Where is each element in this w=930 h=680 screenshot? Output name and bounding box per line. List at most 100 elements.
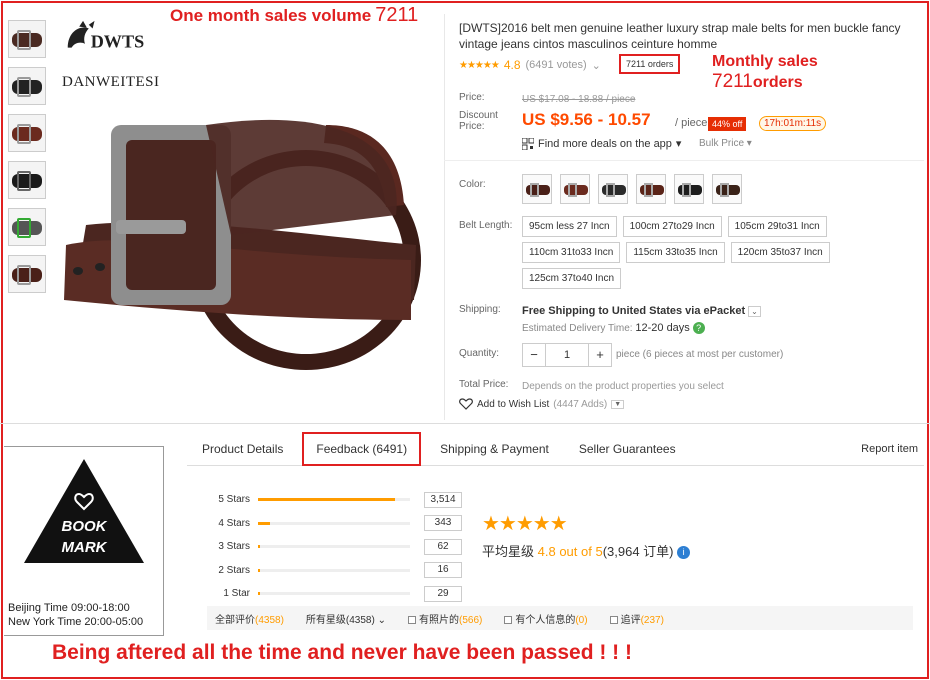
histogram-label[interactable]: 4 Stars <box>200 518 258 529</box>
rating-stars: ★★★★★ <box>459 59 500 71</box>
filter-additional[interactable]: 追评(237) <box>609 611 664 626</box>
color-swatch[interactable] <box>598 174 628 204</box>
shipping-method[interactable]: Free Shipping to United States via ePack… <box>522 305 761 317</box>
histogram-track <box>258 545 410 549</box>
average-stars: ★★★★★ <box>482 513 568 535</box>
tab-seller-guarantees[interactable]: Seller Guarantees <box>564 442 691 456</box>
color-swatch[interactable] <box>522 174 552 204</box>
filter-photo-count: (566) <box>458 614 483 626</box>
app-deals-link[interactable]: Find more deals on the app ▾ <box>522 137 681 150</box>
help-icon[interactable]: ? <box>692 322 705 335</box>
feedback-filters: 全部评价(4358) 所有星级(4358) ⌄ 有照片的(566) 有个人信息的… <box>207 606 913 630</box>
chevron-down-icon[interactable]: ⌄ <box>748 306 761 317</box>
length-option[interactable]: 115cm 33to35 Incn <box>626 242 725 263</box>
histogram-label[interactable]: 3 Stars <box>200 541 258 552</box>
add-to-wishlist[interactable]: Add to Wish List (4447 Adds) ▼ <box>459 398 625 410</box>
heart-icon <box>459 398 473 410</box>
color-swatch[interactable] <box>712 174 742 204</box>
discount-price-label: Discount Price: <box>459 110 498 132</box>
histogram-row[interactable]: 4 Stars 343 <box>200 512 462 536</box>
histogram-row[interactable]: 2 Stars 16 <box>200 559 462 583</box>
length-option[interactable]: 120cm 35to37 Incn <box>730 242 830 263</box>
thumbnail[interactable] <box>8 114 46 152</box>
price-label: Price: <box>459 92 485 103</box>
length-option[interactable]: 110cm 31to33 Incn <box>522 242 621 263</box>
histogram-track <box>258 592 410 596</box>
histogram-row[interactable]: 3 Stars 62 <box>200 535 462 559</box>
thumbnail[interactable] <box>8 208 46 246</box>
histogram-fill <box>258 498 395 502</box>
report-item-link[interactable]: Report item <box>861 443 924 455</box>
wishlist-label[interactable]: Add to Wish List <box>477 399 549 410</box>
discount-label-line: Discount <box>459 110 498 121</box>
filter-stars-label[interactable]: 所有星级 <box>306 615 346 626</box>
app-deals-label[interactable]: Find more deals on the app <box>538 138 672 150</box>
histogram-label[interactable]: 5 Stars <box>200 494 258 505</box>
quantity-input[interactable]: 1 <box>545 344 589 366</box>
sales-volume-label: One month sales volume <box>170 6 372 25</box>
filter-all[interactable]: 全部评价(4358) <box>215 611 284 626</box>
checkbox[interactable] <box>609 615 618 624</box>
divider <box>0 423 930 424</box>
product-title[interactable]: [DWTS]2016 belt men genuine leather luxu… <box>459 20 919 52</box>
belt-length-options: 95cm less 27 Incn 100cm 27to29 Incn 105cm … <box>522 216 882 294</box>
tab-shipping-payment[interactable]: Shipping & Payment <box>425 442 564 456</box>
estimated-delivery-value: 12-20 days <box>635 322 690 334</box>
chevron-down-icon[interactable]: ⌄ <box>592 59 601 72</box>
length-option[interactable]: 125cm 37to40 Incn <box>522 268 622 289</box>
filter-personal[interactable]: 有个人信息的(0) <box>504 611 588 626</box>
histogram-row[interactable]: 1 Star 29 <box>200 582 462 606</box>
histogram-label[interactable]: 1 Star <box>200 588 258 599</box>
histogram-fill <box>258 592 260 596</box>
filter-all-count: (4358) <box>255 614 284 626</box>
filter-stars-dropdown[interactable]: 所有星级(4358) ⌄ <box>306 611 386 626</box>
bulk-price-link[interactable]: Bulk Price ▾ <box>699 138 752 149</box>
wishlist-count: (4447 Adds) <box>553 398 608 410</box>
tab-product-details[interactable]: Product Details <box>187 442 298 456</box>
divider <box>444 14 445 420</box>
bulk-price-label[interactable]: Bulk Price <box>699 138 744 149</box>
length-option[interactable]: 95cm less 27 Incn <box>522 216 617 237</box>
monthly-sales-suffix: orders <box>752 74 803 91</box>
rating-row: ★★★★★ 4.8 (6491 votes) ⌄ <box>459 58 601 72</box>
histogram-label[interactable]: 2 Stars <box>200 565 258 576</box>
color-swatch[interactable] <box>674 174 704 204</box>
color-swatch[interactable] <box>636 174 666 204</box>
checkbox[interactable] <box>407 615 416 624</box>
bottom-annotation: Being aftered all the time and never hav… <box>52 641 633 664</box>
filter-photo[interactable]: 有照片的(566) <box>407 611 483 626</box>
monthly-sales-label: Monthly sales <box>712 53 818 70</box>
qr-code-icon <box>522 137 534 150</box>
length-option[interactable]: 105cm 29to31 Incn <box>727 216 827 237</box>
shipping-method-label[interactable]: Free Shipping to United States via ePack… <box>522 305 745 317</box>
thumbnail[interactable] <box>8 67 46 105</box>
filter-all-label[interactable]: 全部评价 <box>215 615 255 626</box>
filter-personal-label[interactable]: 有个人信息的 <box>515 615 575 626</box>
info-icon[interactable]: i <box>677 546 691 560</box>
checkbox[interactable] <box>504 615 513 624</box>
sales-volume-number: 7211 <box>375 4 419 26</box>
original-price: US $17.08 - 18.88 / piece <box>522 94 636 105</box>
product-main-image[interactable] <box>56 95 426 395</box>
thumbnail[interactable] <box>8 20 46 58</box>
decrease-button[interactable]: − <box>523 344 545 366</box>
filter-additional-label[interactable]: 追评 <box>621 615 641 626</box>
histogram-row[interactable]: 5 Stars 3,514 <box>200 488 462 512</box>
thumbnail[interactable] <box>8 161 46 199</box>
average-rating-count: (3,964 订单) <box>602 544 674 559</box>
histogram-track <box>258 568 410 572</box>
thumbnail-strip[interactable] <box>8 20 46 302</box>
chevron-down-icon[interactable]: ▼ <box>611 399 625 409</box>
brand-block: DWTS DANWEITESI <box>62 18 172 91</box>
rating-votes[interactable]: (6491 votes) <box>526 59 587 71</box>
bookmark-logo[interactable]: BOOK MARK <box>22 457 146 565</box>
average-rating: 平均星级 4.8 out of 5(3,964 订单) i <box>482 541 691 560</box>
color-swatch[interactable] <box>560 174 590 204</box>
thumbnail[interactable] <box>8 255 46 293</box>
estimated-delivery-label: Estimated Delivery Time: <box>522 323 633 334</box>
filter-photo-label[interactable]: 有照片的 <box>419 615 459 626</box>
tab-feedback[interactable]: Feedback (6491) <box>302 431 422 466</box>
caret-down-icon[interactable]: ▾ <box>676 137 682 150</box>
length-option[interactable]: 100cm 27to29 Incn <box>622 216 722 237</box>
increase-button[interactable]: + <box>589 344 611 366</box>
